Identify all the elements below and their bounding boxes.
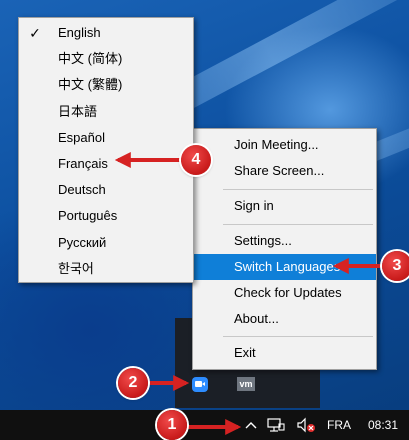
callout-badge-1: 1 — [157, 410, 187, 440]
callout-badge-4: 4 — [181, 145, 211, 175]
annotation-arrows — [114, 152, 384, 435]
callout-badge-2: 2 — [118, 368, 148, 398]
callout-badge-3: 3 — [382, 251, 409, 281]
